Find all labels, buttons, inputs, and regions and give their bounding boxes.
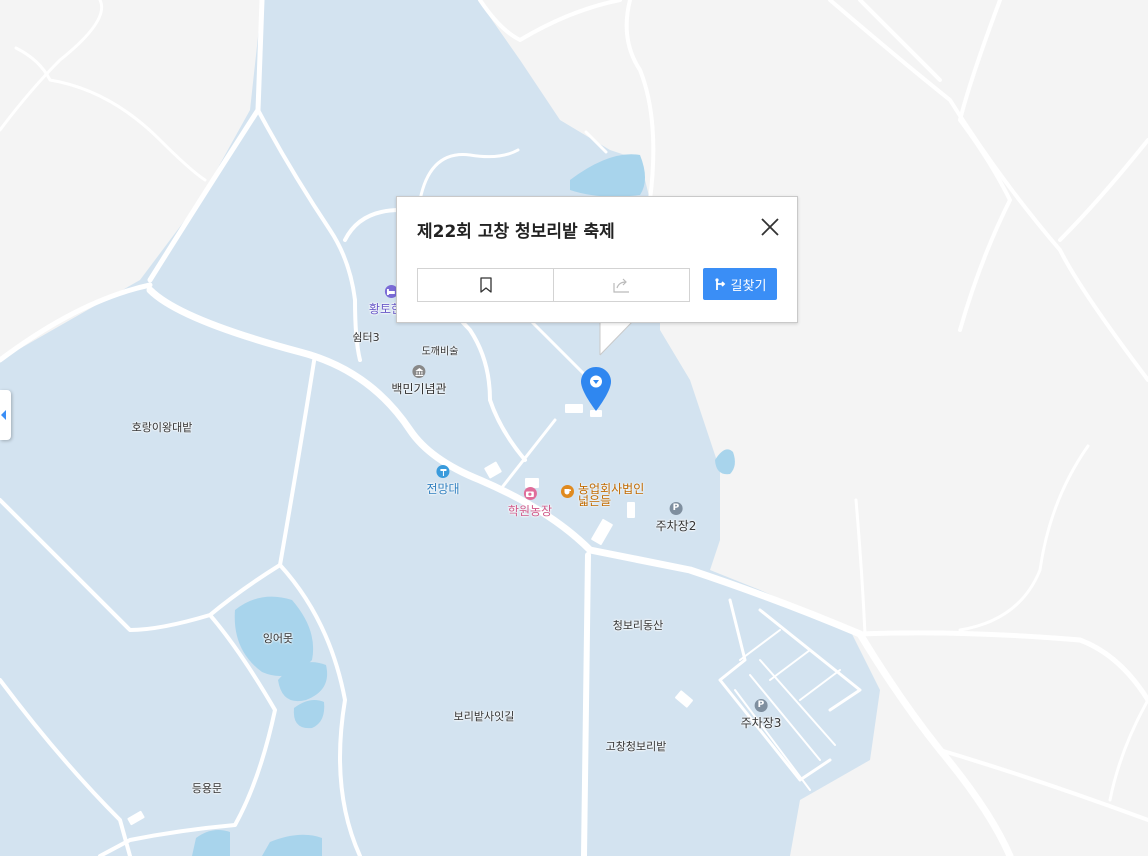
road-ne (828, 0, 1148, 382)
road-ne3 (958, 0, 1012, 332)
route-label: 길찾기 (730, 278, 767, 294)
poi-label-line2: 넓은들 (578, 494, 612, 508)
label-shelter: 쉼터3 (352, 331, 380, 344)
poi-observatory[interactable]: 전망대 (426, 465, 460, 497)
share-icon (612, 278, 629, 293)
poi-label: 전망대 (426, 482, 460, 496)
bookmark-button[interactable] (418, 269, 553, 301)
road-e-curve (958, 444, 1090, 632)
poi-label: 주차장2 (655, 519, 697, 533)
observatory-icon (436, 465, 450, 478)
route-icon (714, 278, 725, 290)
poi-parking3[interactable]: P 주차장3 (740, 699, 782, 731)
museum-icon (412, 365, 426, 378)
parking-icon: P (754, 699, 768, 712)
road-e-vert (854, 498, 867, 636)
cafe-icon (561, 485, 574, 498)
label-cheongbori-hill: 청보리동산 (612, 619, 664, 632)
road-east (857, 630, 1148, 703)
poi-label: 학원농장 (507, 504, 553, 518)
popup-title: 제22회 고창 청보리밭 축제 (417, 222, 615, 242)
poi-baekmin[interactable]: 백민기념관 (391, 365, 447, 397)
close-button[interactable] (760, 217, 780, 237)
popup-actions (417, 268, 690, 302)
bookmark-icon (479, 277, 492, 293)
road-south (581, 552, 591, 856)
chevron-left-icon (1, 410, 6, 420)
road-nw2 (14, 46, 207, 182)
close-icon (761, 218, 779, 236)
place-popup: 제22회 고창 청보리밭 축제 길찾기 (396, 196, 798, 323)
poi-label: 주차장3 (740, 716, 782, 730)
route-button[interactable]: 길찾기 (703, 268, 777, 300)
poi-hakwon-farm[interactable]: 학원농장 (508, 487, 552, 519)
label-horangi: 호랑이왕대밭 (131, 421, 193, 434)
label-pond: 잉어못 (262, 632, 294, 645)
road-se2 (1108, 698, 1148, 802)
location-pin-icon[interactable] (580, 366, 612, 412)
road-ne4 (1058, 138, 1148, 242)
parking-icon: P (669, 502, 683, 515)
poi-parking2[interactable]: P 주차장2 (655, 502, 697, 534)
label-deungyongmun: 등용문 (191, 782, 223, 795)
road-nw (0, 0, 104, 132)
label-gochang-barley: 고창청보리밭 (605, 740, 667, 753)
label-pottery: 도깨비술 (421, 346, 459, 358)
camera-icon (523, 487, 537, 500)
label-barley-path: 보리밭사잇길 (453, 710, 515, 723)
poi-farm-corp[interactable]: 농업회사법인 넓은들 (561, 483, 644, 507)
side-panel-toggle[interactable] (0, 390, 11, 440)
road-ne2 (858, 0, 942, 82)
poi-label: 백민기념관 (391, 382, 447, 396)
share-button[interactable] (553, 269, 689, 301)
popup-tail (599, 320, 635, 356)
